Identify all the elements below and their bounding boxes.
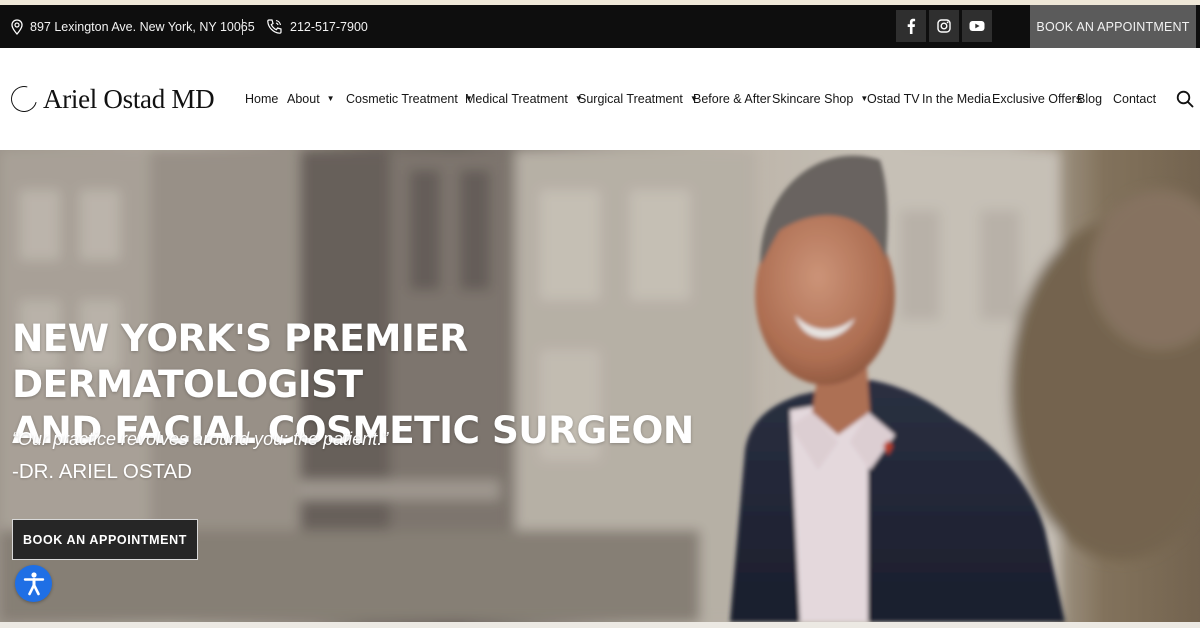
nav-label: Medical Treatment xyxy=(465,92,568,106)
nav-surgical-treatment[interactable]: Surgical Treatment ▼ xyxy=(578,48,698,150)
address[interactable]: 897 Lexington Ave. New York, NY 10065 xyxy=(11,5,255,48)
nav-skincare-shop[interactable]: Skincare Shop ▼ xyxy=(772,48,868,150)
logo-text: Ariel Ostad MD xyxy=(43,83,215,114)
nav-label: Surgical Treatment xyxy=(578,92,683,106)
book-appointment-top-button[interactable]: BOOK AN APPOINTMENT xyxy=(1030,5,1196,48)
nav-label: Home xyxy=(245,92,279,106)
youtube-button[interactable] xyxy=(962,10,992,42)
nav-label: Skincare Shop xyxy=(772,92,854,106)
bottom-strip xyxy=(0,622,1200,628)
phone[interactable]: 212-517-7900 xyxy=(266,5,368,48)
nav-in-the-media[interactable]: In the Media xyxy=(922,48,991,150)
hero-quote: “Our practice revolves around you: the p… xyxy=(12,429,389,449)
nav-label: Cosmetic Treatment xyxy=(346,92,458,106)
nav-exclusive-offers[interactable]: Exclusive Offers xyxy=(992,48,1082,150)
nav-label: Ostad TV xyxy=(867,92,920,106)
location-pin-icon xyxy=(11,18,23,35)
nav-contact[interactable]: Contact xyxy=(1113,48,1156,150)
phone-text: 212-517-7900 xyxy=(290,19,368,34)
nav-cosmetic-treatment[interactable]: Cosmetic Treatment ▼ xyxy=(346,48,473,150)
phone-icon xyxy=(267,19,282,34)
nav-label: In the Media xyxy=(922,92,991,106)
accessibility-icon xyxy=(23,571,44,595)
youtube-icon xyxy=(969,21,985,31)
hero-signature: -DR. ARIEL OSTAD xyxy=(12,460,192,483)
hero-title-line-1: NEW YORK'S PREMIER DERMATOLOGIST xyxy=(12,316,468,406)
facebook-icon xyxy=(907,18,916,34)
nav-label: Blog xyxy=(1077,92,1103,106)
nav-label: Contact xyxy=(1113,92,1157,106)
nav-blog[interactable]: Blog xyxy=(1077,48,1102,150)
accessibility-button[interactable] xyxy=(15,565,52,602)
logo[interactable]: Ariel Ostad MD xyxy=(6,81,215,117)
nav-label: About xyxy=(287,92,320,106)
nav-ostad-tv[interactable]: Ostad TV xyxy=(867,48,920,150)
book-appointment-hero-button[interactable]: BOOK AN APPOINTMENT xyxy=(12,519,198,560)
nav-before-after[interactable]: Before & After xyxy=(693,48,771,150)
nav-home[interactable]: Home xyxy=(245,48,278,150)
nav-label: Exclusive Offers xyxy=(992,92,1083,106)
nav-medical-treatment[interactable]: Medical Treatment ▼ xyxy=(465,48,583,150)
facebook-button[interactable] xyxy=(896,10,926,42)
chevron-down-icon: ▼ xyxy=(326,93,335,103)
logo-mark xyxy=(6,81,42,117)
page: 897 Lexington Ave. New York, NY 10065 21… xyxy=(0,0,1200,628)
instagram-button[interactable] xyxy=(929,10,959,42)
nav-label: Before & After xyxy=(693,92,771,106)
divider xyxy=(242,19,243,35)
nav-about[interactable]: About ▼ xyxy=(287,48,335,150)
navbar: Ariel Ostad MD Home About ▼ Cosmetic Trea… xyxy=(0,48,1200,150)
topbar: 897 Lexington Ave. New York, NY 10065 21… xyxy=(0,5,1200,48)
instagram-icon xyxy=(937,19,951,33)
hero-banner: NEW YORK'S PREMIER DERMATOLOGIST AND FAC… xyxy=(0,150,1200,622)
search-icon[interactable] xyxy=(1176,90,1194,108)
address-text: 897 Lexington Ave. New York, NY 10065 xyxy=(30,19,255,34)
